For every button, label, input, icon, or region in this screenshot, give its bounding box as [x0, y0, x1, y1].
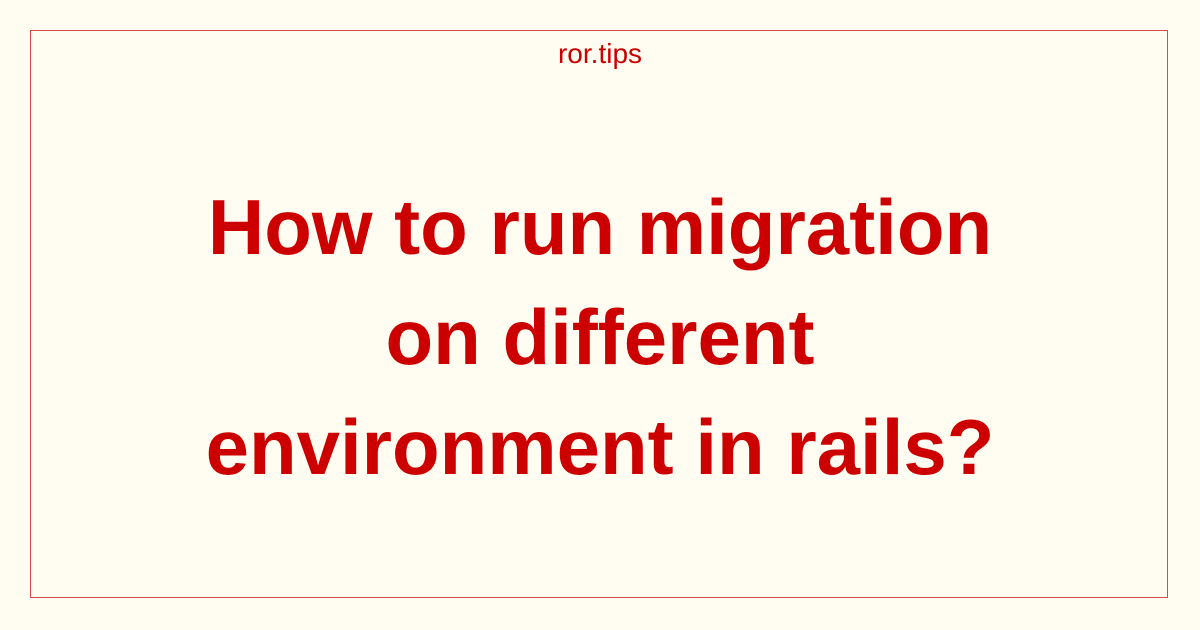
article-title: How to run migration on different enviro… — [0, 172, 1200, 502]
title-line: environment in rails? — [205, 403, 995, 491]
site-name: ror.tips — [557, 38, 643, 69]
title-line: on different — [385, 293, 815, 381]
title-line: How to run migration — [207, 183, 993, 271]
